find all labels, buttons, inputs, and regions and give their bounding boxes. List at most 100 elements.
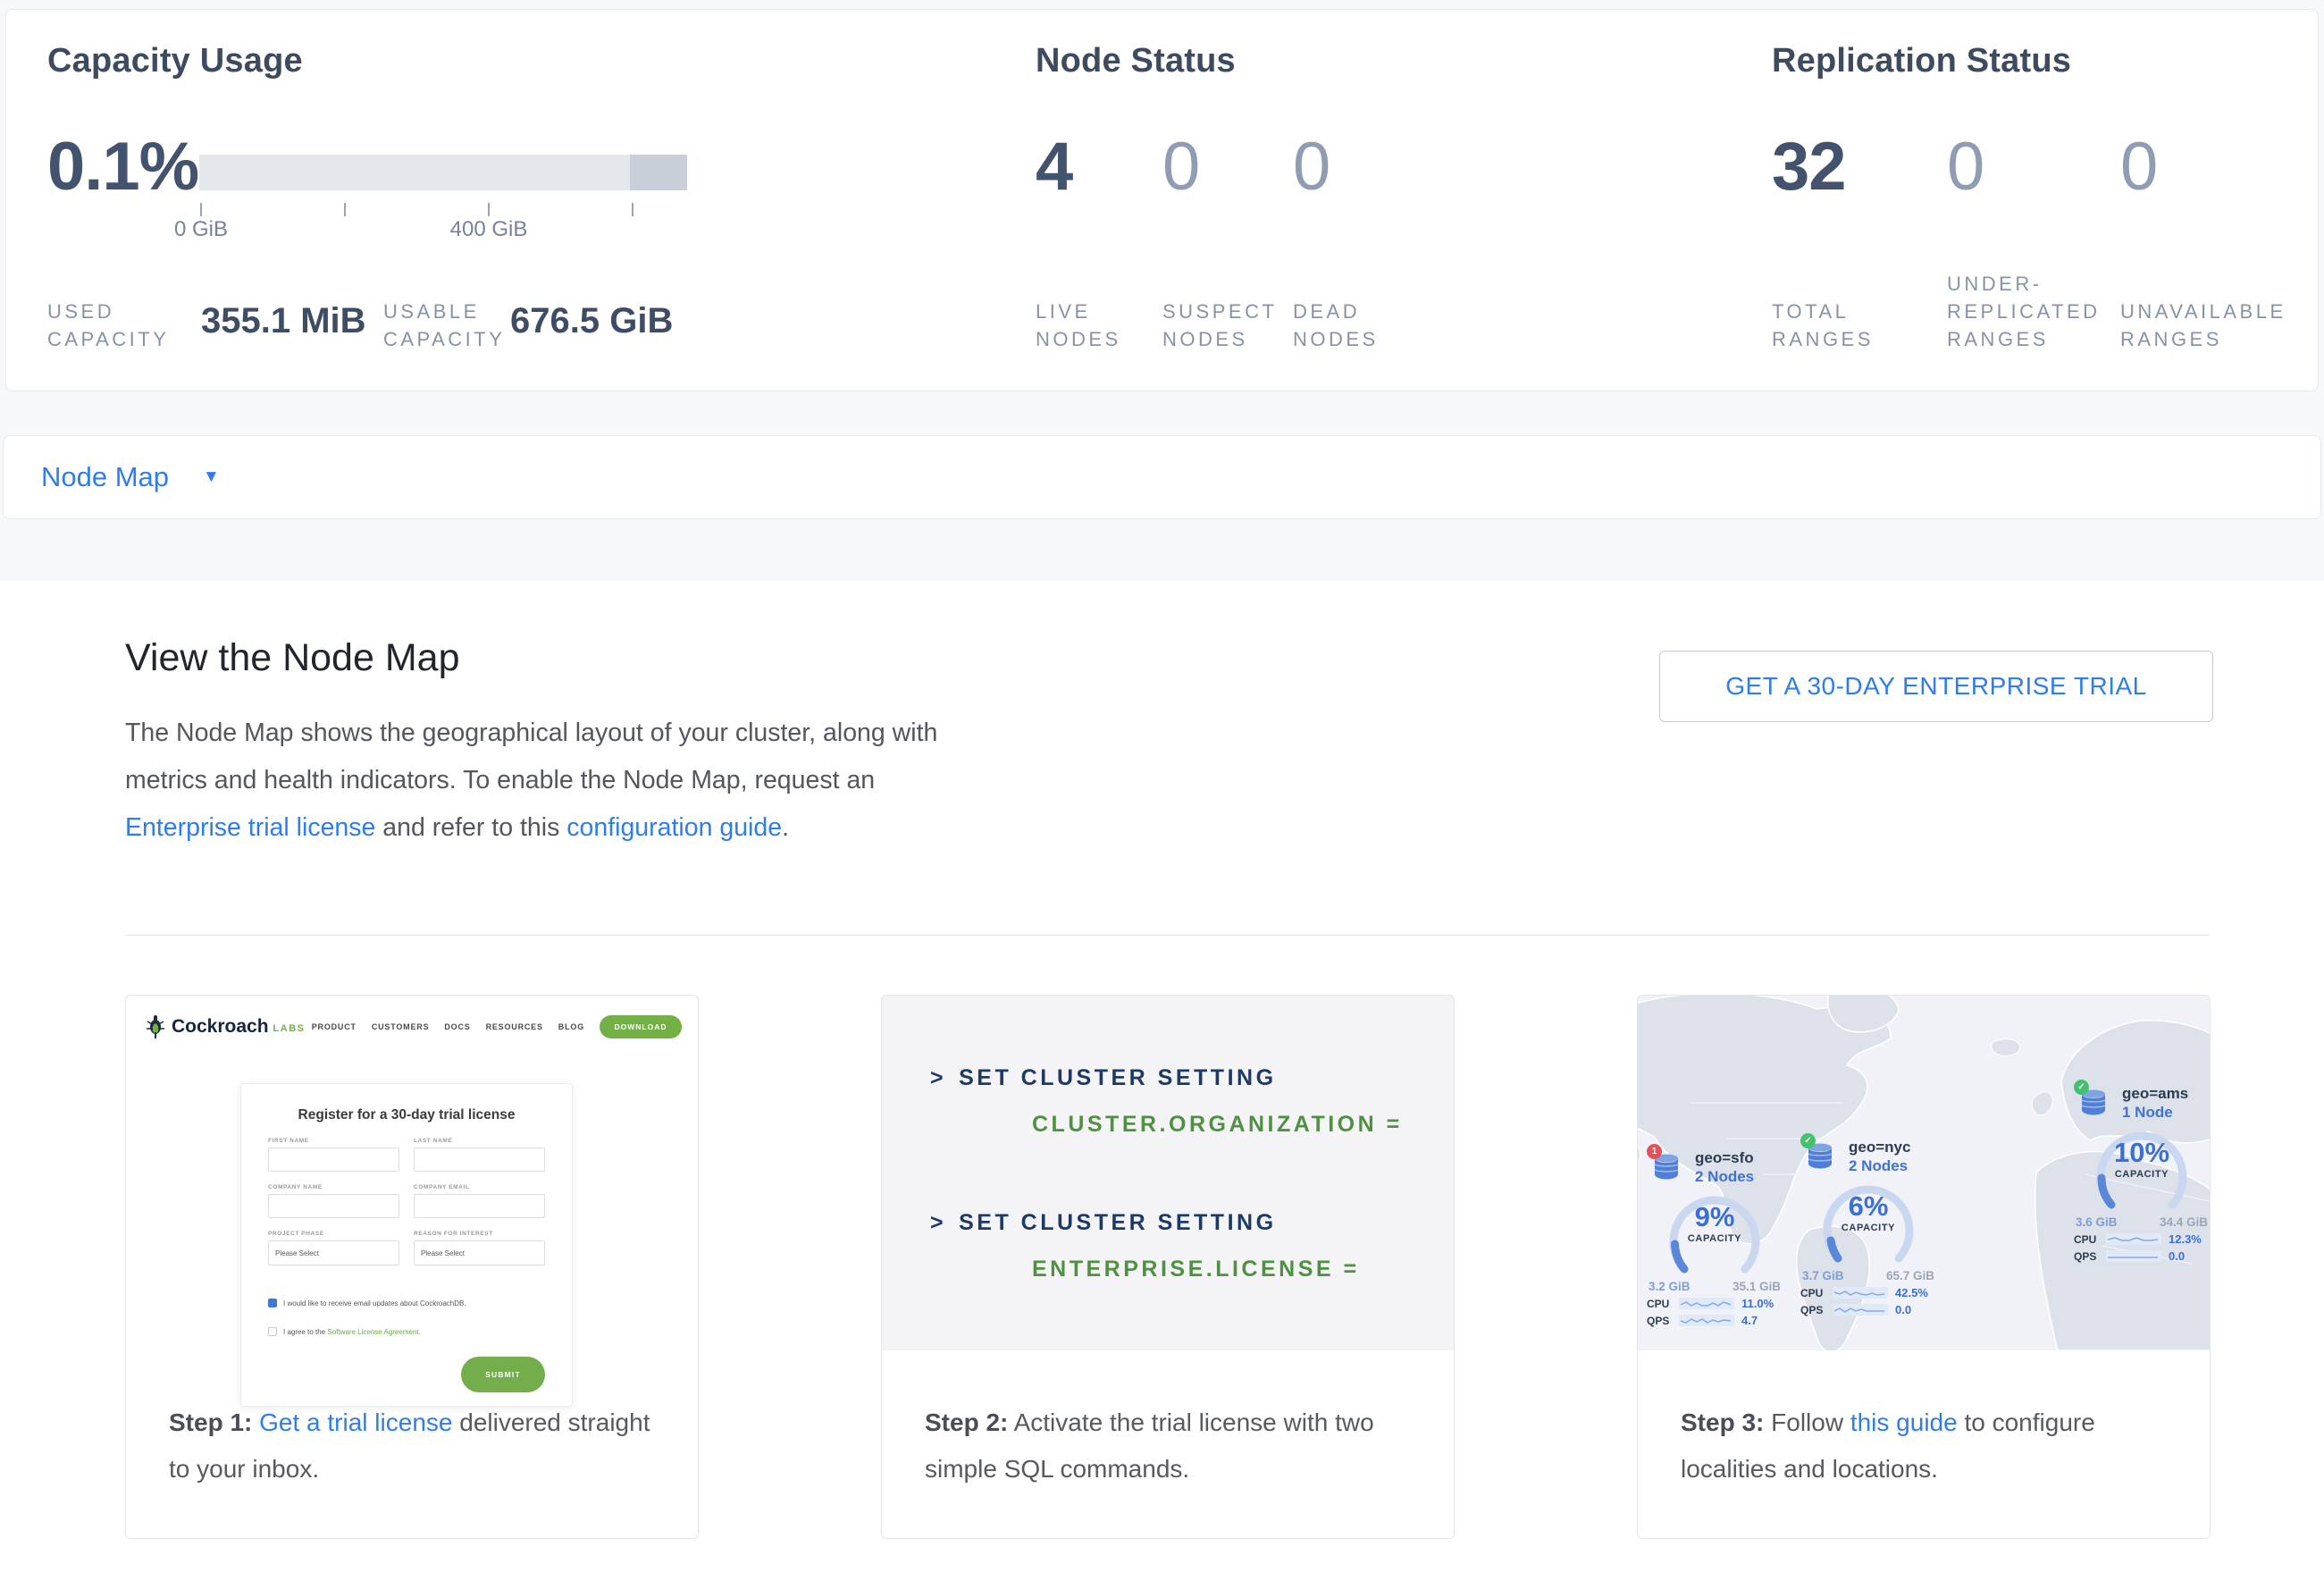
unavailable-value: 0 [2120,133,2157,201]
intro-paragraph: The Node Map shows the geographical layo… [125,710,947,852]
intro-text: The Node Map shows the geographical layo… [125,719,937,794]
total-capacity: 34.4 GiB [2160,1215,2208,1229]
capacity-values: 3.7 GiB 65.7 GiB [1800,1269,1936,1282]
under-replicated-label: UNDER-REPLICATED RANGES [1947,270,2103,353]
step3-text: Follow [1764,1408,1850,1436]
axis-tick [632,203,633,216]
qps-sparkline-icon [2106,1250,2161,1262]
used-capacity: 3.6 GiB [2076,1215,2118,1229]
form-field: LAST NAME [414,1138,545,1172]
used-capacity-label: USED CAPACITY [47,298,168,353]
nav-item-customers[interactable]: CUSTOMERS [372,1022,430,1031]
replication-status-title: Replication Status [1772,42,2071,80]
cluster-summary-panel: Capacity Usage 0.1% 0 GiB 400 GiB USED C… [5,9,2319,391]
project-phase-select[interactable]: Please Select [268,1240,399,1265]
enterprise-trial-license-link[interactable]: Enterprise trial license [125,813,375,842]
download-button[interactable]: DOWNLOAD [600,1015,682,1038]
node-map-dropdown[interactable]: Node Map [41,461,169,493]
cpu-value: 12.3% [2169,1232,2202,1246]
form-field: FIRST NAME [268,1138,399,1172]
form-field: COMPANY NAME [268,1184,399,1218]
cpu-row: CPU 11.0% [1647,1297,1783,1310]
view-selector-bar: Node Map ▼ [3,435,2321,519]
cpu-value: 42.5% [1895,1286,1928,1299]
company-email-label: COMPANY EMAIL [414,1184,545,1190]
cpu-label: CPU [2074,1233,2106,1246]
cockroach-icon [146,1014,165,1039]
axis-tick-label: 400 GiB [435,217,542,242]
cluster-overview-page: Capacity Usage 0.1% 0 GiB 400 GiB USED C… [0,0,2324,1589]
node-count: 1 Node [2122,1104,2173,1122]
company-name-input[interactable] [268,1194,399,1218]
get-trial-license-link[interactable]: Get a trial license [259,1408,452,1436]
email-updates-label: I would like to receive email updates ab… [283,1299,466,1307]
submit-button[interactable]: SUBMIT [461,1357,545,1392]
first-name-input[interactable] [268,1148,399,1172]
nav-item-blog[interactable]: BLOG [558,1022,584,1031]
step2-caption: Step 2: Activate the trial license with … [925,1400,1425,1492]
sql-prompt: > [930,1210,946,1235]
email-updates-checkbox-row: I would like to receive email updates ab… [268,1299,466,1307]
dead-nodes-label: DEAD NODES [1293,298,1396,353]
step3-card: 1 geo=sfo 2 Nodes [1637,995,2211,1539]
error-badge-icon: 1 [1647,1144,1662,1159]
map-node-sfo[interactable]: 1 geo=sfo 2 Nodes [1647,1149,1783,1327]
capacity-percent: 0.1% [47,133,198,201]
last-name-input[interactable] [414,1148,545,1172]
sql-code-block: >SET CLUSTER SETTING CLUSTER.ORGANIZATIO… [882,996,1454,1350]
qps-value: 4.7 [1741,1314,1758,1327]
license-agreement-checkbox[interactable] [268,1327,277,1336]
company-name-label: COMPANY NAME [268,1184,399,1190]
qps-value: 0.0 [1895,1303,1911,1316]
node-header: ✓ geo=nyc 2 Nodes [1800,1139,1936,1176]
reason-for-interest-select[interactable]: Please Select [414,1240,545,1265]
project-phase-label: PROJECT PHASE [268,1231,399,1237]
email-updates-checkbox[interactable] [268,1299,277,1307]
get-enterprise-trial-button[interactable]: GET A 30-DAY ENTERPRISE TRIAL [1659,651,2213,722]
qps-sparkline-icon [1679,1315,1734,1326]
sql-statement: >SET CLUSTER SETTING [930,1210,1277,1236]
suspect-nodes-value: 0 [1162,133,1199,201]
capacity-values: 3.6 GiB 34.4 GiB [2074,1215,2210,1229]
map-node-nyc[interactable]: ✓ geo=nyc 2 Nodes [1800,1139,1936,1316]
locality-label: geo=nyc [1849,1139,1910,1156]
capacity-percent: 10% [2074,1137,2210,1169]
form-title: Register for a 30-day trial license [241,1107,572,1123]
map-node-ams[interactable]: ✓ geo=ams 1 Node [2074,1085,2210,1263]
axis-tick [200,203,202,216]
nav-item-product[interactable]: PRODUCT [312,1022,357,1031]
step3-caption: Step 3: Follow this guide to configure l… [1681,1400,2181,1492]
axis-tick [344,203,346,216]
used-capacity-value: 355.1 MiB [201,301,366,341]
suspect-nodes-label: SUSPECT NODES [1162,298,1279,353]
live-nodes-label: LIVE NODES [1036,298,1138,353]
cockroach-labs-logo: Cockroach LABS [146,1014,306,1039]
nav-item-docs[interactable]: DOCS [444,1022,470,1031]
minisite-header: Cockroach LABS PRODUCT CUSTOMERS DOCS RE… [146,1008,682,1046]
step1-card: Cockroach LABS PRODUCT CUSTOMERS DOCS RE… [125,995,699,1539]
step1-text [252,1408,259,1436]
node-status-title: Node Status [1036,42,1236,80]
chevron-down-icon[interactable]: ▼ [203,467,220,487]
capacity-label: CAPACITY [1647,1233,1783,1244]
cpu-row: CPU 12.3% [2074,1232,2210,1246]
cpu-value: 11.0% [1741,1297,1774,1310]
unavailable-label: UNAVAILABLE RANGES [2120,298,2277,353]
sql-command: SET CLUSTER SETTING [959,1065,1276,1090]
check-badge-icon: ✓ [2074,1080,2089,1095]
license-agreement-text: I agree to the [283,1328,327,1336]
node-header: 1 geo=sfo 2 Nodes [1647,1149,1783,1187]
used-capacity: 3.7 GiB [1802,1269,1844,1282]
total-ranges-label: TOTAL RANGES [1772,298,1875,353]
capacity-donut: 9% CAPACITY [1647,1187,1783,1278]
intro-text: and refer to this [375,813,566,842]
cpu-sparkline-icon [1679,1298,1734,1309]
nav-item-resources[interactable]: RESOURCES [486,1022,543,1031]
this-guide-link[interactable]: this guide [1850,1408,1958,1436]
qps-row: QPS 0.0 [1800,1303,1936,1316]
capacity-bar-other-segment [630,155,687,190]
cpu-label: CPU [1647,1298,1679,1310]
configuration-guide-link[interactable]: configuration guide [566,813,782,842]
software-license-agreement-link[interactable]: Software License Agreement. [327,1328,421,1336]
company-email-input[interactable] [414,1194,545,1218]
